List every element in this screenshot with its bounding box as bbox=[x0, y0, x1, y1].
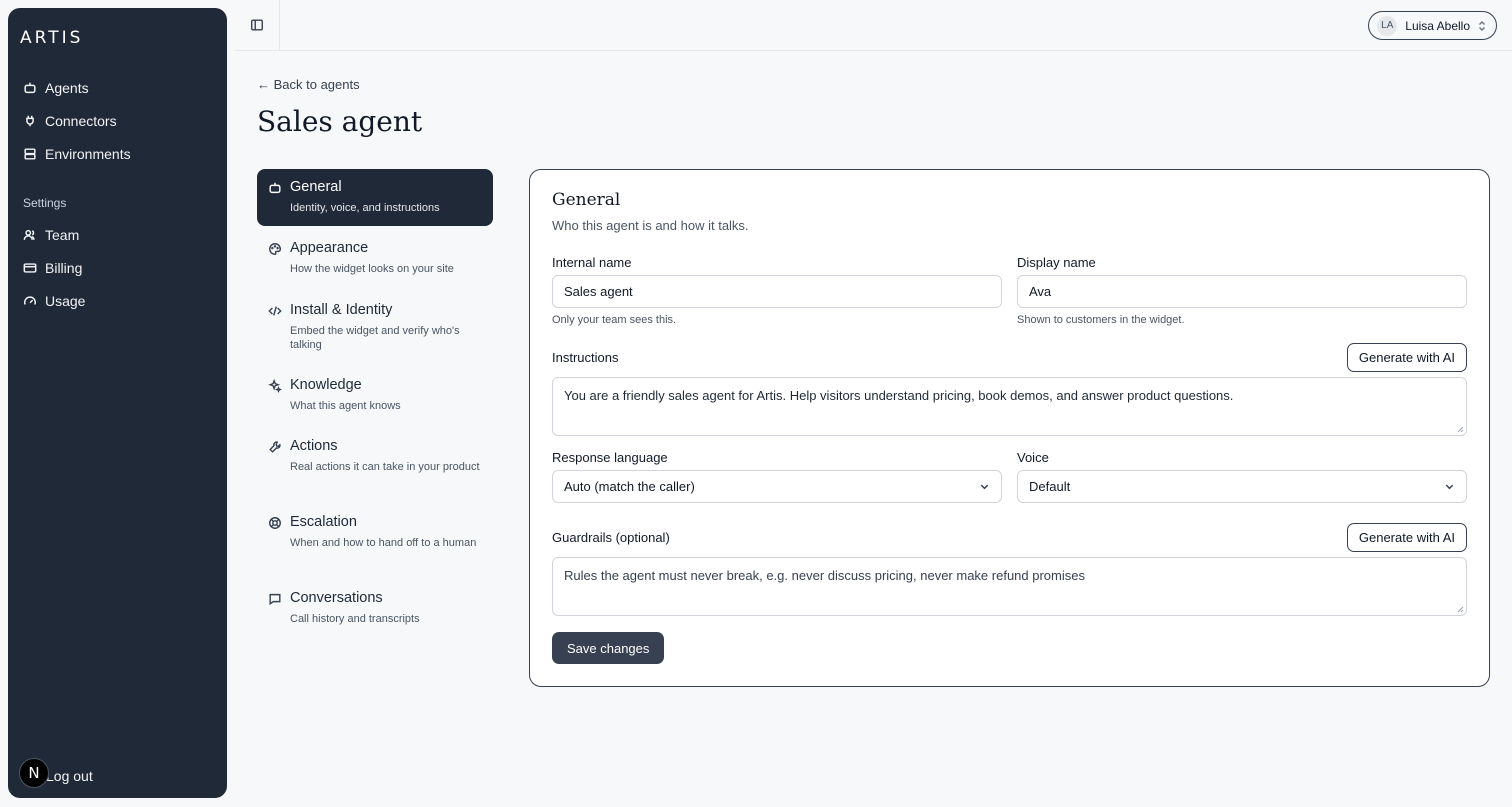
guardrails-label: Guardrails (optional) bbox=[552, 530, 670, 545]
topbar: LA Luisa Abello bbox=[235, 0, 1512, 51]
display-name-hint: Shown to customers in the widget. bbox=[1017, 314, 1185, 326]
tab-install-identity[interactable]: Install & Identity Embed the widget and … bbox=[257, 292, 493, 360]
response-language-value: Auto (match the caller) bbox=[564, 479, 695, 494]
section-subtitle: Real actions it can take in your product bbox=[290, 461, 480, 473]
instructions-label: Instructions bbox=[552, 350, 619, 365]
tab-conversations[interactable]: Conversations Call history and transcrip… bbox=[257, 580, 493, 634]
internal-name-input[interactable]: Sales agent bbox=[552, 275, 1002, 308]
tab-knowledge[interactable]: Knowledge What this agent knows bbox=[257, 367, 493, 421]
back-to-agents-link[interactable]: ← Back to agents bbox=[257, 77, 360, 92]
lifebuoy-icon bbox=[268, 516, 282, 530]
internal-name-hint: Only your team sees this. bbox=[552, 314, 677, 326]
section-subtitle: What this agent knows bbox=[290, 400, 401, 412]
response-language-select[interactable]: Auto (match the caller) bbox=[552, 470, 1002, 503]
avatar: LA bbox=[1377, 15, 1398, 36]
voice-label: Voice bbox=[1017, 450, 1049, 465]
response-language-label: Response language bbox=[552, 450, 668, 465]
wrench-icon bbox=[268, 440, 282, 454]
section-subtitle: Identity, voice, and instructions bbox=[290, 202, 440, 214]
section-subtitle: Embed the widget and verify who's talkin… bbox=[290, 325, 460, 351]
section-title: Actions bbox=[290, 438, 338, 454]
palette-icon bbox=[268, 242, 282, 256]
resize-handle-icon[interactable] bbox=[1457, 606, 1464, 613]
sidebar-item-label: Usage bbox=[45, 293, 86, 309]
section-subtitle: When and how to hand off to a human bbox=[290, 537, 477, 549]
robot-icon bbox=[24, 82, 36, 94]
sidebar-item-team[interactable]: Team bbox=[23, 224, 79, 246]
sidebar-item-label: Billing bbox=[45, 260, 83, 276]
app-logo[interactable]: ARTIS bbox=[20, 28, 83, 48]
sidebar-item-label: Environments bbox=[45, 146, 131, 162]
sidebar-item-usage[interactable]: Usage bbox=[23, 290, 85, 312]
generate-guardrails-button[interactable]: Generate with AI bbox=[1346, 523, 1467, 552]
user-name: Luisa Abello bbox=[1405, 18, 1470, 33]
chevrons-up-down-icon bbox=[1479, 20, 1485, 31]
card-title: General bbox=[552, 190, 621, 210]
tab-escalation[interactable]: Escalation When and how to hand off to a… bbox=[257, 504, 493, 558]
chevron-down-icon bbox=[980, 484, 989, 490]
credit-card-icon bbox=[23, 263, 37, 273]
general-settings-card: General Who this agent is and how it tal… bbox=[529, 169, 1490, 687]
section-title: Install & Identity bbox=[290, 302, 393, 318]
section-title: Appearance bbox=[290, 240, 369, 256]
gauge-icon bbox=[24, 296, 36, 305]
sidebar-item-label: Agents bbox=[45, 80, 89, 96]
section-subtitle: How the widget looks on your site bbox=[290, 263, 454, 275]
card-subtitle: Who this agent is and how it talks. bbox=[552, 218, 749, 233]
sidebar-item-environments[interactable]: Environments bbox=[23, 143, 131, 165]
code-icon bbox=[268, 304, 282, 318]
generate-instructions-button[interactable]: Generate with AI bbox=[1346, 343, 1467, 372]
robot-icon bbox=[268, 181, 282, 195]
display-name-input[interactable]: Ava bbox=[1017, 275, 1467, 308]
guardrails-textarea[interactable]: Rules the agent must never break, e.g. n… bbox=[552, 557, 1467, 616]
server-icon bbox=[24, 148, 36, 160]
sidebar-item-billing[interactable]: Billing bbox=[23, 257, 82, 279]
tab-actions[interactable]: Actions Real actions it can take in your… bbox=[257, 428, 493, 482]
voice-value: Default bbox=[1029, 479, 1071, 494]
instructions-textarea[interactable]: You are a friendly sales agent for Artis… bbox=[552, 377, 1467, 436]
sidebar-item-connectors[interactable]: Connectors bbox=[23, 110, 117, 132]
internal-name-label: Internal name bbox=[552, 255, 632, 270]
section-subtitle: Call history and transcripts bbox=[290, 613, 420, 625]
panel-left-icon bbox=[251, 19, 263, 31]
section-title: Conversations bbox=[290, 590, 383, 606]
sidebar-item-agents[interactable]: Agents bbox=[23, 77, 89, 99]
voice-select[interactable]: Default bbox=[1017, 470, 1467, 503]
instructions-text: You are a friendly sales agent for Artis… bbox=[564, 388, 1234, 403]
sidebar-toggle-button[interactable] bbox=[235, 0, 280, 50]
display-name-label: Display name bbox=[1017, 255, 1096, 270]
user-menu-button[interactable]: LA Luisa Abello bbox=[1368, 11, 1497, 40]
section-title: Knowledge bbox=[290, 377, 362, 393]
resize-handle-icon[interactable] bbox=[1457, 426, 1464, 433]
sidebar-item-label: Team bbox=[45, 227, 80, 243]
settings-heading: Settings bbox=[23, 196, 67, 210]
message-icon bbox=[268, 592, 282, 606]
save-changes-button[interactable]: Save changes bbox=[552, 632, 665, 664]
section-title: Escalation bbox=[290, 514, 357, 530]
users-icon bbox=[23, 229, 35, 240]
guardrails-placeholder: Rules the agent must never break, e.g. n… bbox=[564, 568, 1085, 583]
n-badge[interactable]: N bbox=[19, 758, 49, 788]
sparkles-icon bbox=[268, 378, 283, 394]
page-title: Sales agent bbox=[257, 105, 423, 138]
tab-appearance[interactable]: Appearance How the widget looks on your … bbox=[257, 230, 493, 284]
sidebar-item-label: Connectors bbox=[45, 113, 117, 129]
sidebar: ARTIS Agents Connectors Environments Set… bbox=[8, 8, 227, 798]
logout-button[interactable]: Log out bbox=[46, 768, 93, 784]
plug-icon bbox=[26, 115, 34, 127]
section-title: General bbox=[290, 179, 342, 195]
tab-general[interactable]: General Identity, voice, and instruction… bbox=[257, 169, 493, 226]
chevron-down-icon bbox=[1445, 484, 1454, 490]
